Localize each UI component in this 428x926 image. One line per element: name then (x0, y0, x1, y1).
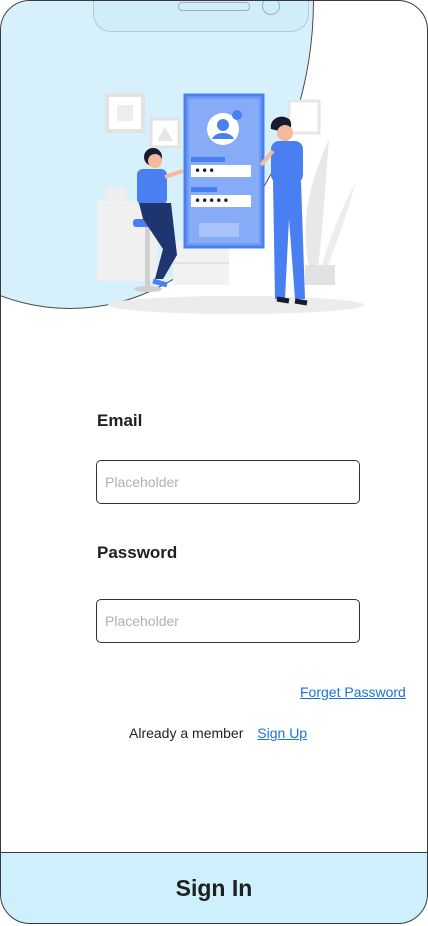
email-label: Email (97, 411, 143, 430)
speaker-icon (178, 2, 250, 11)
password-dots-2: ••••• (194, 194, 229, 208)
forget-password-link[interactable]: Forget Password (300, 684, 406, 700)
password-label: Password (97, 543, 178, 562)
member-prompt: Already a member Sign Up (129, 725, 307, 741)
password-input[interactable] (96, 599, 360, 643)
sign-in-button[interactable]: Sign In (1, 852, 427, 923)
camera-icon (262, 1, 280, 15)
member-text: Already a member (129, 725, 244, 741)
password-dots-1: ••• (194, 164, 215, 178)
phone-notch (93, 1, 309, 32)
phone-frame: ••• ••••• Email Password Forget Password… (0, 0, 428, 924)
login-illustration: ••• ••••• (97, 93, 364, 314)
sign-up-link[interactable]: Sign Up (257, 725, 307, 741)
email-input[interactable] (96, 460, 360, 504)
